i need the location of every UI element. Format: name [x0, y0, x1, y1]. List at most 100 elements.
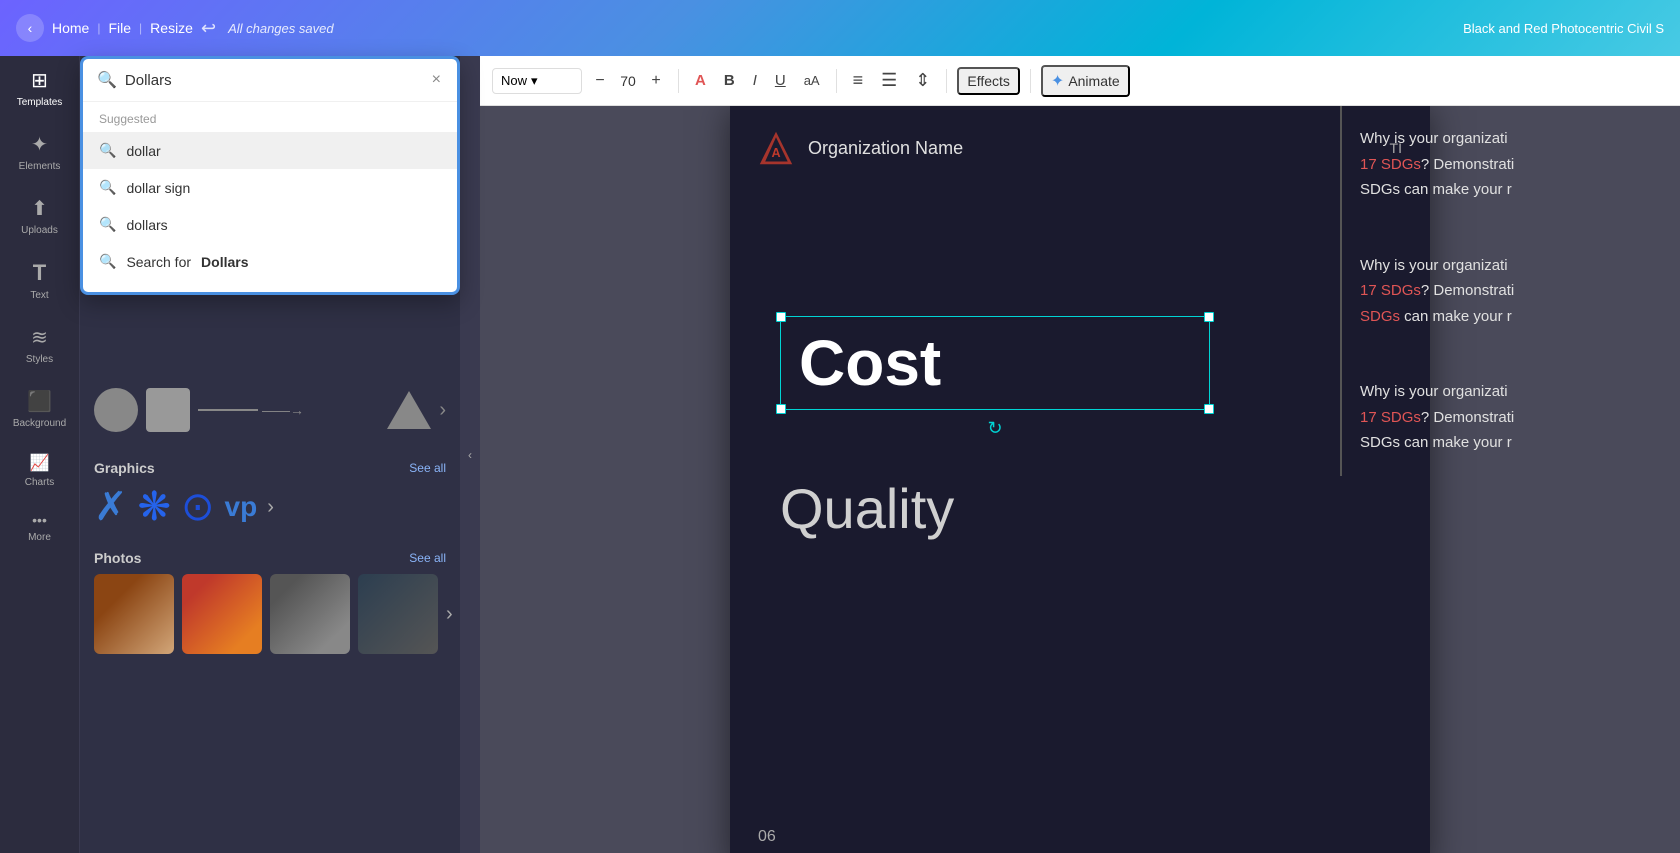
home-nav[interactable]: Home — [52, 20, 89, 36]
sidebar-item-elements[interactable]: ✦ Elements — [4, 122, 76, 182]
suggestion-item-dollars[interactable]: 🔍 dollars — [83, 206, 457, 243]
photos-row: › — [80, 574, 460, 666]
sdgs-highlight-3: SDGs — [1360, 308, 1400, 325]
shape-circle[interactable] — [94, 388, 138, 432]
undo-button[interactable]: ↩ — [201, 18, 216, 39]
graphics-title: Graphics — [94, 460, 155, 476]
right-text-3: Why is your organizati 17 SDGs? Demonstr… — [1360, 379, 1660, 456]
photos-title: Photos — [94, 550, 141, 566]
file-nav[interactable]: File — [108, 20, 131, 36]
collapse-arrow-icon: ‹ — [468, 448, 472, 462]
left-sidebar: ⊞ Templates ✦ Elements ⬆ Uploads T Text … — [0, 0, 80, 853]
graphics-row: ✗ ❋ ⊙ vp › — [80, 484, 460, 542]
quality-text[interactable]: Quality — [780, 476, 954, 541]
graphic-item-3[interactable]: ⊙ — [181, 484, 215, 530]
shape-triangle[interactable] — [387, 391, 431, 429]
search-input-row: 🔍 × — [83, 59, 457, 102]
sidebar-item-styles[interactable]: ≋ Styles — [4, 315, 76, 375]
topbar-left: ‹ Home | File | Resize ↩ All changes sav… — [16, 14, 334, 42]
resize-nav[interactable]: Resize — [150, 20, 193, 36]
sdgs-highlight-2: 17 SDGs — [1360, 282, 1421, 299]
photos-section-header: Photos See all — [80, 542, 460, 574]
sidebar-label-elements: Elements — [19, 161, 61, 172]
selection-handle-bl — [776, 404, 786, 414]
graphics-more-chevron[interactable]: › — [267, 496, 274, 519]
suggestion-item-dollar-sign[interactable]: 🔍 dollar sign — [83, 169, 457, 206]
suggestion-item-dollar[interactable]: 🔍 dollar — [83, 132, 457, 169]
photo-thumb-2[interactable] — [182, 574, 262, 654]
sidebar-item-text[interactable]: T Text — [4, 250, 76, 311]
shapes-more-chevron[interactable]: › — [439, 399, 446, 422]
search-input[interactable] — [125, 72, 422, 89]
charts-icon: 📈 — [30, 453, 50, 473]
sidebar-label-styles: Styles — [26, 354, 53, 365]
selection-handle-br — [1204, 404, 1214, 414]
font-size-value[interactable]: 70 — [614, 73, 642, 89]
divider — [678, 69, 679, 93]
panel-collapse-handle[interactable]: ‹ — [460, 56, 480, 853]
search-close-button[interactable]: × — [430, 69, 443, 91]
cost-textbox[interactable]: Cost ↻ — [780, 316, 1210, 410]
rotate-handle[interactable]: ↻ — [987, 418, 1002, 439]
doc-title: Black and Red Photocentric Civil S — [1463, 21, 1664, 36]
search-icon: 🔍 — [97, 70, 117, 90]
divider4 — [1030, 69, 1031, 93]
suggestion-search-icon-4: 🔍 — [99, 253, 116, 270]
canvas-page-number: 06 — [758, 828, 776, 846]
italic-button[interactable]: I — [747, 68, 763, 93]
photos-more-chevron[interactable]: › — [446, 603, 453, 626]
graphics-see-all[interactable]: See all — [409, 461, 446, 475]
effects-button[interactable]: Effects — [957, 67, 1020, 95]
line-solid[interactable] — [198, 409, 258, 411]
list-button[interactable]: ☰ — [875, 66, 903, 95]
search-dropdown: 🔍 × Suggested 🔍 dollar 🔍 dollar sign 🔍 d… — [80, 56, 460, 295]
suggestion-text-2: dollar sign — [126, 180, 190, 196]
font-color-button[interactable]: A — [689, 68, 712, 93]
suggestion-text-prefix-4: Search for — [126, 254, 191, 270]
sidebar-item-background[interactable]: ⬛ Background — [4, 379, 76, 439]
font-size-decrease[interactable]: − — [588, 69, 612, 93]
bold-button[interactable]: B — [718, 68, 741, 93]
text-toolbar: Now ▾ − 70 + A B I U aA ≡ ☰ ⇕ Effects ✦ … — [480, 56, 1680, 106]
sidebar-item-uploads[interactable]: ⬆ Uploads — [4, 186, 76, 246]
photo-thumb-1[interactable] — [94, 574, 174, 654]
spacing-button[interactable]: ⇕ — [909, 66, 936, 95]
photo-thumb-4[interactable] — [358, 574, 438, 654]
suggestion-item-search-for-dollars[interactable]: 🔍 Search for Dollars — [83, 243, 457, 280]
saved-status: All changes saved — [228, 21, 334, 36]
shapes-row: ——→ › — [94, 388, 446, 432]
shape-rect[interactable] — [146, 388, 190, 432]
selection-handle-tr — [1204, 312, 1214, 322]
graphic-item-1[interactable]: ✗ — [94, 484, 128, 530]
topbar: ‹ Home | File | Resize ↩ All changes sav… — [0, 0, 1680, 56]
animate-button[interactable]: ✦ Animate — [1041, 65, 1130, 97]
right-text-panel: Why is your organizati 17 SDGs? Demonstr… — [1340, 106, 1680, 476]
suggestion-text-1: dollar — [126, 143, 160, 159]
graphic-item-2[interactable]: ❋ — [138, 484, 172, 530]
back-button[interactable]: ‹ — [16, 14, 44, 42]
underline-button[interactable]: U — [769, 68, 792, 93]
canvas-header: A Organization Name TI — [730, 106, 1430, 166]
text-icon: T — [33, 260, 46, 286]
suggestion-text-3: dollars — [126, 217, 167, 233]
shapes-section: ——→ › — [80, 376, 460, 452]
align-button[interactable]: ≡ — [847, 66, 870, 95]
case-button[interactable]: aA — [798, 69, 826, 92]
photo-thumb-3[interactable] — [270, 574, 350, 654]
graphic-item-4[interactable]: vp — [225, 491, 258, 523]
sidebar-item-charts[interactable]: 📈 Charts — [4, 443, 76, 498]
sidebar-label-uploads: Uploads — [21, 225, 58, 236]
font-size-increase[interactable]: + — [644, 69, 668, 93]
sidebar-item-templates[interactable]: ⊞ Templates — [4, 58, 76, 118]
brand-logo-icon: A — [758, 130, 794, 166]
right-text-1: Why is your organizati 17 SDGs? Demonstr… — [1360, 126, 1660, 203]
right-text-2: Why is your organizati 17 SDGs? Demonstr… — [1360, 253, 1660, 330]
font-family-select[interactable]: Now ▾ — [492, 68, 582, 94]
suggestion-search-icon-2: 🔍 — [99, 179, 116, 196]
photos-see-all[interactable]: See all — [409, 551, 446, 565]
sidebar-item-more[interactable]: ••• More — [4, 502, 76, 553]
templates-icon: ⊞ — [31, 68, 48, 93]
sidebar-label-more: More — [28, 532, 51, 543]
sidebar-label-background: Background — [13, 418, 66, 429]
sdgs-highlight-4: 17 SDGs — [1360, 409, 1421, 426]
